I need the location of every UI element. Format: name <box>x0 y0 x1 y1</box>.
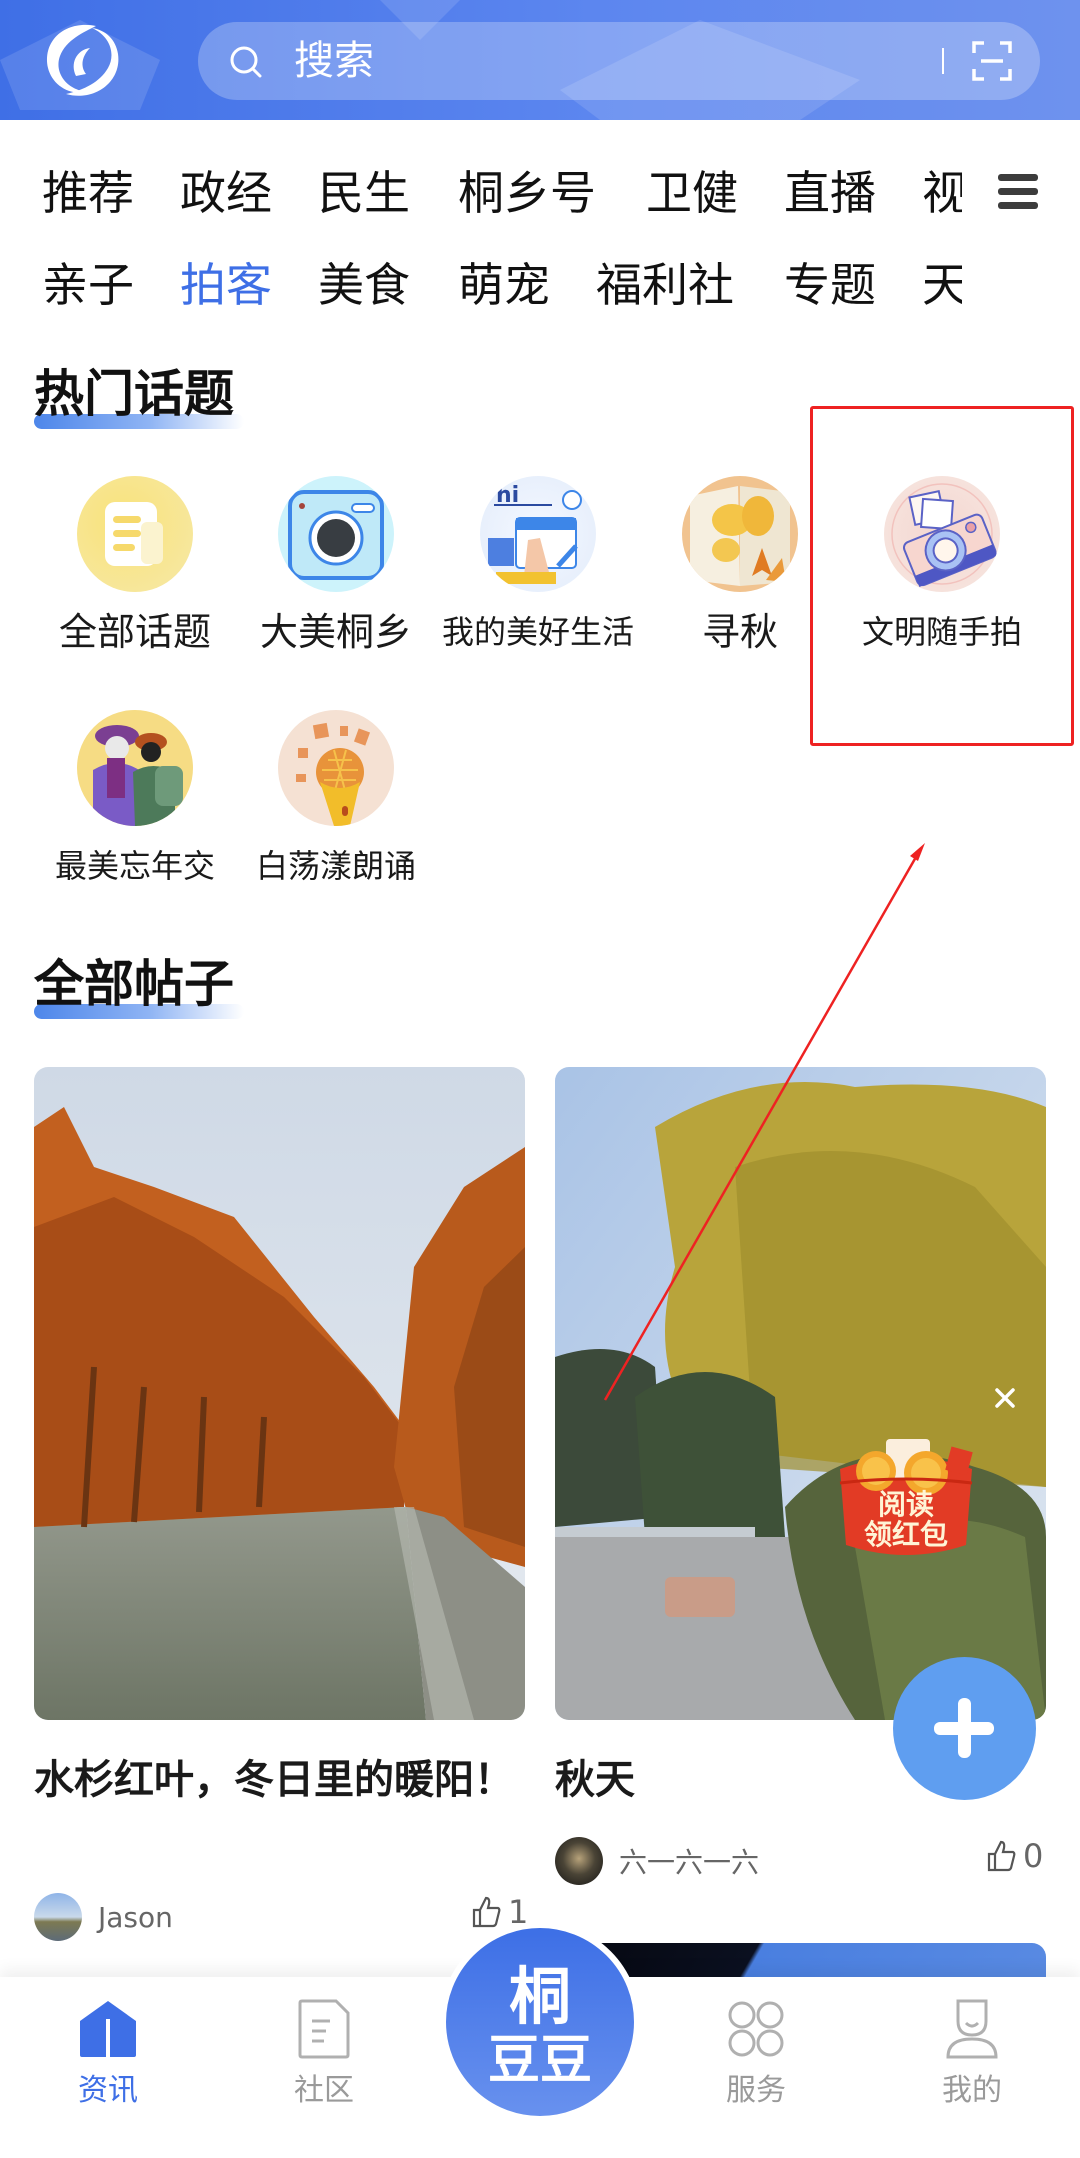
nav-label: 资讯 <box>78 2073 138 2108</box>
nav-label: 我的 <box>942 2073 1002 2108</box>
tab-live[interactable]: 直播 <box>784 158 876 228</box>
calendar-illustration: hi <box>480 476 596 592</box>
annotation-highlight-box <box>810 406 1074 746</box>
topic-my-good-life[interactable]: hi 我的美好生活 <box>438 476 638 654</box>
center-logo-text-top: 桐 <box>509 1960 571 2033</box>
tab-livelihood[interactable]: 民生 <box>318 158 410 228</box>
document-icon <box>77 476 193 592</box>
topic-label: 最美忘年交 <box>54 847 215 885</box>
topic-label: 全部话题 <box>58 610 211 654</box>
nav-services[interactable]: 服务 <box>676 1977 836 2113</box>
channel-tabs-row-1: 推荐 政经 民生 桐乡号 卫健 直播 视 <box>0 158 1080 228</box>
post-image-autumn-park[interactable] <box>555 1067 1046 1720</box>
all-posts-title: 全部帖子 <box>34 955 234 1013</box>
post-image-red-metasequoia[interactable] <box>34 1067 525 1720</box>
tab-topics[interactable]: 专题 <box>784 250 876 320</box>
topic-best-friendship[interactable]: 最美忘年交 <box>35 710 235 888</box>
nav-profile[interactable]: 我的 <box>892 1977 1052 2113</box>
tab-health[interactable]: 卫健 <box>646 158 738 228</box>
grid-icon <box>728 2001 784 2057</box>
post-title[interactable]: 秋天 <box>555 1750 635 1810</box>
like-count: 0 <box>1023 1837 1044 1875</box>
profile-icon <box>946 1999 998 2059</box>
topic-label: 大美桐乡 <box>259 610 412 654</box>
post-author[interactable]: 六一六一六 <box>555 1837 759 1885</box>
camera-icon <box>278 476 394 592</box>
post-title[interactable]: 水杉红叶，冬日里的暖阳！ <box>34 1750 514 1810</box>
tab-pets[interactable]: 萌宠 <box>458 250 550 320</box>
post-author[interactable]: Jason <box>34 1893 173 1941</box>
nav-label: 社区 <box>294 2073 354 2108</box>
document-icon <box>298 1999 350 2059</box>
topic-all[interactable]: 全部话题 <box>35 476 235 654</box>
topic-label: 白荡漾朗诵 <box>255 847 416 885</box>
tab-parenting[interactable]: 亲子 <box>42 250 134 320</box>
close-icon[interactable] <box>992 1385 1018 1411</box>
hot-topics-title: 热门话题 <box>34 365 234 423</box>
hamburger-menu-icon[interactable] <box>998 172 1040 212</box>
ad-text-line-1: 阅读 <box>877 1488 934 1521</box>
author-name: 六一六一六 <box>619 1846 760 1879</box>
autumn-leaves-book-illustration <box>682 476 798 592</box>
tab-food[interactable]: 美食 <box>318 250 410 320</box>
author-avatar <box>555 1837 603 1885</box>
center-logo-text-bottom: 豆豆 <box>488 2030 592 2091</box>
thumbs-up-icon <box>987 1840 1016 1872</box>
tab-politics-economy[interactable]: 政经 <box>180 158 272 228</box>
tab-welfare[interactable]: 福利社 <box>596 250 734 320</box>
topic-baidang-recitation[interactable]: 白荡漾朗诵 <box>236 710 436 888</box>
thumbs-up-icon <box>472 1896 501 1928</box>
author-avatar <box>34 1893 82 1941</box>
nav-label: 服务 <box>726 2073 786 2108</box>
tab-tongxiang-hao[interactable]: 桐乡号 <box>458 158 596 228</box>
search-input[interactable]: 搜索 <box>294 36 374 86</box>
topic-label: 我的美好生活 <box>441 613 634 651</box>
nav-community[interactable]: 社区 <box>244 1977 404 2113</box>
grandma-child-illustration <box>77 710 193 826</box>
topic-beautiful-tongxiang[interactable]: 大美桐乡 <box>236 476 436 654</box>
scan-icon[interactable] <box>971 40 1013 82</box>
home-icon <box>80 2001 136 2057</box>
app-header: 搜索 <box>0 0 1080 120</box>
add-post-button[interactable] <box>893 1657 1036 1800</box>
tab-weather[interactable]: 天 <box>922 250 962 320</box>
author-name: Jason <box>98 1900 173 1934</box>
nav-news[interactable]: 资讯 <box>28 1977 188 2113</box>
search-icon <box>230 46 262 78</box>
read-red-packet-ad[interactable]: 阅读 领红包 <box>826 1435 986 1565</box>
tongdoudou-logo: 桐 豆豆 <box>488 1960 592 2091</box>
search-divider <box>942 48 944 74</box>
search-bar[interactable]: 搜索 <box>198 22 1040 100</box>
like-button[interactable]: 0 <box>985 1837 1043 1875</box>
ad-text-line-2: 领红包 <box>863 1518 948 1551</box>
channel-tabs-row-2: 亲子 拍客 美食 萌宠 福利社 专题 天 <box>0 250 1080 320</box>
microphone-illustration <box>278 710 394 826</box>
tab-video[interactable]: 视 <box>922 158 962 228</box>
tab-paike[interactable]: 拍客 <box>180 250 272 320</box>
app-logo[interactable] <box>36 20 130 100</box>
tongdoudou-center-button[interactable]: 桐 豆豆 <box>440 1922 640 2122</box>
tab-recommend[interactable]: 推荐 <box>42 158 134 228</box>
